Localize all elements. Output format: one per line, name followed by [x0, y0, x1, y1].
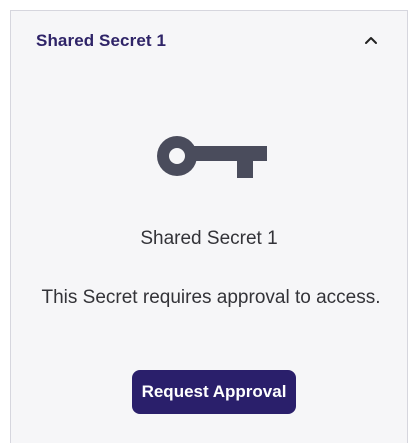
collapse-button[interactable]	[358, 27, 384, 53]
approval-message: This Secret requires approval to access.	[41, 287, 381, 308]
key-icon	[157, 136, 267, 178]
panel-title: Shared Secret 1	[36, 31, 167, 50]
panel-body: Shared Secret 1 This Secret requires app…	[11, 71, 407, 443]
chevron-up-icon	[365, 37, 377, 44]
secret-panel: Shared Secret 1 Shared Secret 1 This Sec…	[10, 10, 408, 443]
page: Shared Secret 1 Shared Secret 1 This Sec…	[0, 0, 409, 443]
panel-header[interactable]: Shared Secret 1	[11, 11, 407, 71]
request-approval-button[interactable]: Request Approval	[132, 370, 296, 414]
secret-name: Shared Secret 1	[140, 228, 278, 249]
